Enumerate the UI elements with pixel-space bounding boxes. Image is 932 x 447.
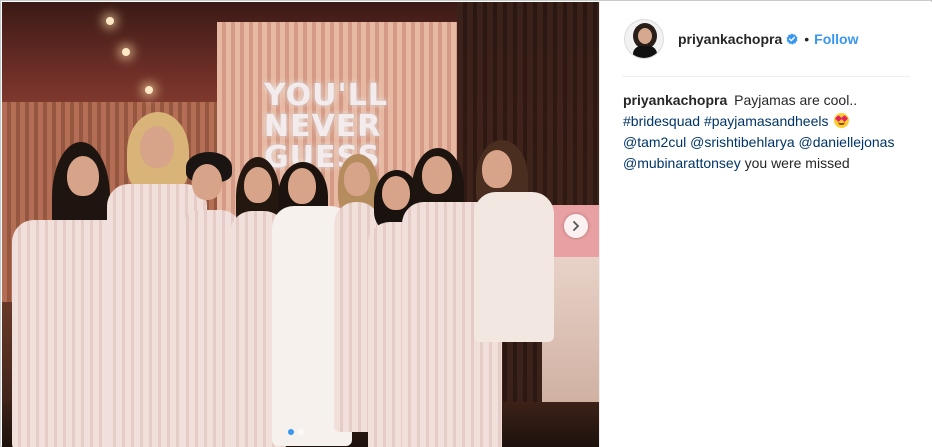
- mention-link[interactable]: @daniellejonas: [799, 134, 895, 150]
- author-username[interactable]: priyankachopra: [678, 31, 782, 47]
- carousel-dots: [288, 429, 304, 435]
- neon-sign: YOU'LL NEVER GUESS: [264, 80, 414, 173]
- ceiling-lamp: [122, 48, 130, 56]
- verified-badge-icon: [786, 33, 798, 45]
- caption-text: Payjamas are cool..: [734, 92, 858, 108]
- neon-sign-line: NEVER: [264, 109, 382, 144]
- header-separator: •: [804, 31, 810, 47]
- carousel-next-button[interactable]: [564, 214, 588, 238]
- caption-ending: you were missed: [744, 155, 850, 171]
- mention-link[interactable]: @tam2cul: [623, 134, 686, 150]
- post-photo[interactable]: YOU'LL NEVER GUESS: [2, 2, 599, 447]
- hashtag-link[interactable]: #payjamasandheels: [704, 113, 829, 129]
- mention-link[interactable]: @srishtibehlarya: [690, 134, 794, 150]
- chevron-right-icon: [573, 221, 580, 231]
- heart-eyes-emoji-icon: [834, 113, 850, 128]
- ceiling-lamp: [145, 86, 153, 94]
- post-caption: priyankachopra Payjamas are cool.. #brid…: [623, 90, 918, 174]
- carousel-dot-active[interactable]: [288, 429, 294, 435]
- mention-link[interactable]: @mubinarattonsey: [623, 155, 741, 171]
- follow-button[interactable]: Follow: [814, 31, 858, 47]
- post-side-panel: priyankachopra • Follow priyankachopra P…: [599, 2, 932, 447]
- instagram-post-embed: YOU'LL NEVER GUESS priyankachopra • Foll…: [0, 0, 932, 447]
- caption-username[interactable]: priyankachopra: [623, 92, 727, 108]
- header-divider: [622, 76, 910, 77]
- neon-sign-line: GUESS: [264, 140, 381, 175]
- ceiling-lamp: [106, 17, 114, 25]
- avatar[interactable]: [624, 19, 664, 59]
- post-header: priyankachopra • Follow: [600, 2, 932, 76]
- neon-sign-line: YOU'LL: [264, 78, 388, 113]
- hashtag-link[interactable]: #bridesquad: [623, 113, 700, 129]
- carousel-dot[interactable]: [298, 429, 304, 435]
